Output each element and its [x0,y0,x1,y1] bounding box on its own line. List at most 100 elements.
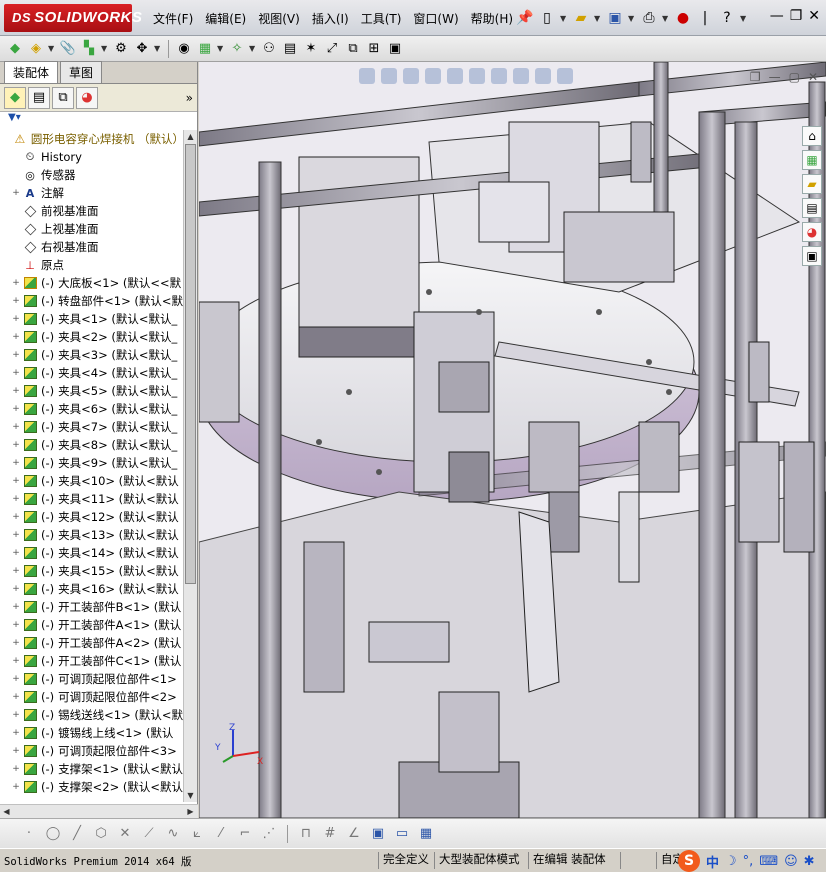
tree-item[interactable]: ⏲ History [0,148,184,166]
menu-item-5[interactable]: 窗口(W) [410,10,467,27]
user-icon[interactable]: ☺ [784,854,798,869]
smart-dimension-icon[interactable]: ⊓ [297,825,315,843]
ime-language-toggle[interactable]: 中 [706,852,719,871]
apply-scene-icon[interactable] [535,68,551,84]
tab-assembly[interactable]: 装配体 [4,61,59,83]
expand-toggle-icon[interactable]: + [10,638,22,648]
tree-item[interactable]: 前视基准面 [0,202,184,220]
doc-maximize-icon[interactable]: ▢ [789,70,800,84]
solidworks-logo[interactable]: DS SOLIDWORKS [4,4,142,32]
half-width-moon-icon[interactable]: ☽ [725,854,737,869]
tree-item[interactable]: + (-) 可调顶起限位部件<3> [0,742,184,760]
bill-of-materials-icon[interactable]: ▤ [281,40,299,58]
tree-item[interactable]: + (-) 夹具<13> (默认<默认 [0,526,184,544]
expand-toggle-icon[interactable]: + [10,566,22,576]
tree-item[interactable]: + (-) 夹具<12> (默认<默认 [0,508,184,526]
expand-toggle-icon[interactable]: + [10,548,22,558]
chevron-down-icon[interactable]: ▼ [662,14,670,23]
chevron-down-icon[interactable]: ▼ [101,44,109,53]
doc-restore-icon[interactable]: ❐ [750,70,761,84]
tree-item[interactable]: + (-) 大底板<1> (默认<<默 [0,274,184,292]
expand-toggle-icon[interactable]: + [10,422,22,432]
move-component-icon[interactable]: ✥ [133,40,151,58]
tree-item[interactable]: ⚠ 圆形电容穿心焊接机 （默认） [0,130,185,148]
tree-item[interactable]: + (-) 夹具<16> (默认<默认 [0,580,184,598]
expand-toggle-icon[interactable]: + [10,764,22,774]
chevron-down-icon[interactable]: ▼ [217,44,225,53]
custom-properties-icon[interactable]: ▣ [802,246,822,266]
chevron-down-icon[interactable]: ▼ [154,44,162,53]
point-icon[interactable]: · [20,825,38,843]
expand-toggle-icon[interactable]: + [10,332,22,342]
assembly-features-icon[interactable]: ▦ [196,40,214,58]
instant3d-icon[interactable]: ▣ [386,40,404,58]
file-explorer-icon[interactable]: ▰ [802,174,822,194]
angle-icon[interactable]: ∠ [345,825,363,843]
tree-item[interactable]: + A 注解 [0,184,184,202]
expand-toggle-icon[interactable]: + [10,296,22,306]
explode-line-sketch-icon[interactable]: ⤢ [323,40,341,58]
expand-toggle-icon[interactable]: + [10,404,22,414]
expand-toggle-icon[interactable]: + [10,746,22,756]
circle-icon[interactable]: ◯ [44,825,62,843]
tree-item[interactable]: ◎ 传感器 [0,166,184,184]
spline-icon[interactable]: ∿ [164,825,182,843]
tree-item[interactable]: + (-) 可调顶起限位部件<2> [0,688,184,706]
interference-detection-icon[interactable]: ⧉ [344,40,362,58]
keyboard-icon[interactable]: ⌨ [759,854,778,869]
tree-item[interactable]: + (-) 开工装部件A<1> (默认 [0,616,184,634]
hide-show-items-icon[interactable] [491,68,507,84]
zoom-to-fit-icon[interactable] [359,68,375,84]
expand-toggle-icon[interactable]: + [10,458,22,468]
exploded-view-icon[interactable]: ✶ [302,40,320,58]
chevron-down-icon[interactable]: ▼ [249,44,257,53]
tree-item[interactable]: + (-) 开工装部件A<2> (默认 [0,634,184,652]
expand-toggle-icon[interactable]: + [10,620,22,630]
chevron-down-icon[interactable]: ▼ [560,14,568,23]
feature-manager-icon[interactable]: ◆ [4,86,26,109]
menu-item-3[interactable]: 插入(I) [309,10,358,27]
expand-toggle-icon[interactable]: + [10,710,22,720]
smart-fasteners-icon[interactable]: ⚙ [112,40,130,58]
expand-toggle-icon[interactable]: + [10,494,22,504]
print-icon[interactable]: ⎙ [640,9,658,27]
doc-close-icon[interactable]: ✕ [808,70,818,84]
tree-item[interactable]: + (-) 夹具<6> (默认<默认_ [0,400,184,418]
expand-toggle-icon[interactable]: + [10,692,22,702]
chevron-down-icon[interactable]: ▼ [48,44,56,53]
new-part-icon[interactable]: ◈ [27,40,45,58]
offset-icon[interactable]: ⟀ [188,825,206,843]
menu-item-0[interactable]: 文件(F) [150,10,202,27]
menu-item-2[interactable]: 视图(V) [255,10,309,27]
tree-item[interactable]: + (-) 夹具<15> (默认<默认 [0,562,184,580]
expand-toggle-icon[interactable]: + [10,656,22,666]
centerline-icon[interactable]: ⁄ [212,825,230,843]
open-folder-icon[interactable]: ▰ [572,9,590,27]
view-orientation-icon[interactable] [447,68,463,84]
minimize-icon[interactable]: — [770,8,784,24]
tree-vertical-scrollbar[interactable]: ▲ ▼ [183,130,197,802]
scroll-left-icon[interactable]: ◀ [0,805,13,818]
scroll-thumb[interactable] [185,144,196,584]
punctuation-icon[interactable]: °, [743,854,754,869]
tree-item[interactable]: + (-) 夹具<7> (默认<默认_ [0,418,184,436]
zoom-area-icon[interactable] [381,68,397,84]
display-style-icon[interactable] [469,68,485,84]
appearances-icon[interactable]: ◕ [802,222,822,242]
tree-horizontal-scrollbar[interactable]: ◀ ▶ [0,804,198,818]
tree-item[interactable]: + (-) 夹具<3> (默认<默认_ [0,346,184,364]
expand-toggle-icon[interactable]: + [10,512,22,522]
scroll-up-icon[interactable]: ▲ [184,130,197,143]
display-manager-icon[interactable]: ◕ [76,86,98,109]
tab-sketch[interactable]: 草图 [60,61,103,83]
configuration-manager-icon[interactable]: ⧉ [52,86,74,109]
tree-item[interactable]: + (-) 夹具<4> (默认<默认_ [0,364,184,382]
tree-item[interactable]: + (-) 镀锡线上线<1> (默认 [0,724,184,742]
more-tabs-icon[interactable]: » [186,91,193,105]
tree-item[interactable]: + (-) 支撑架<2> (默认<默认 [0,778,184,796]
tree-item[interactable]: + (-) 夹具<2> (默认<默认_ [0,328,184,346]
view-palette-icon[interactable]: ▤ [802,198,822,218]
graphics-area[interactable]: ❐ — ▢ ✕ ⌂ ▦ ▰ ▤ ◕ ▣ Z Y X [199,62,826,818]
clearance-verification-icon[interactable]: ⊞ [365,40,383,58]
line-icon[interactable]: ╱ [68,825,86,843]
